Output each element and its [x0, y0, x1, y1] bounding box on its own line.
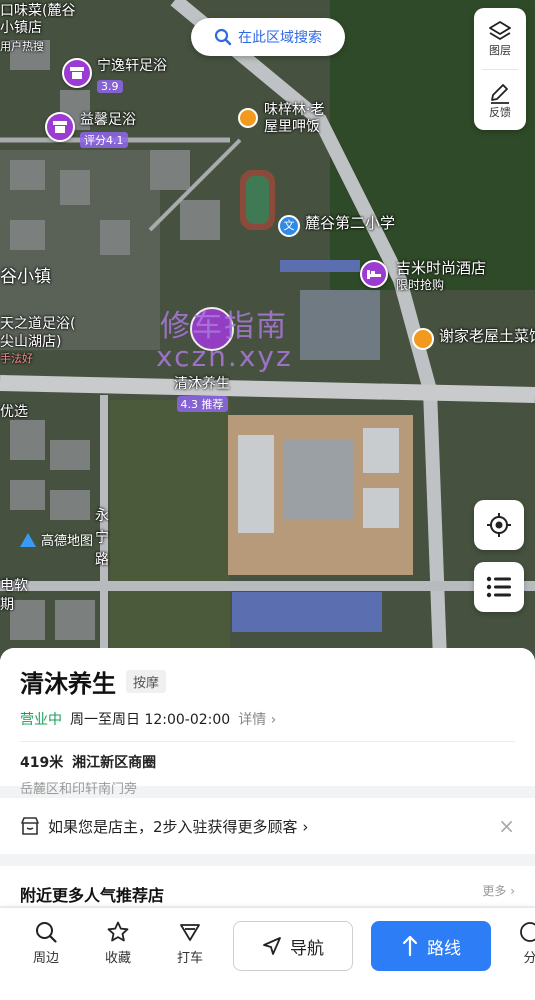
map-label: 用户热搜: [0, 40, 44, 53]
shop-icon: [62, 58, 92, 88]
nearby-recommend-section[interactable]: 附近更多人气推荐店 更多 ›: [0, 866, 535, 906]
poi-rating: 评分4.1: [80, 132, 128, 148]
favorite-label: 收藏: [104, 951, 131, 966]
restaurant-icon: [238, 108, 258, 128]
poi-restaurant-2[interactable]: 谢家老屋土菜馆: [412, 328, 535, 350]
feedback-button[interactable]: 反馈: [474, 70, 526, 131]
favorite-button[interactable]: 收藏: [82, 920, 154, 966]
map-label: 电软: [0, 578, 28, 594]
layers-label: 图层: [489, 43, 511, 57]
map-label[interactable]: 小镇店: [0, 17, 42, 37]
watermark-line1: 修车指南: [160, 309, 288, 344]
map-label: 手法好: [0, 352, 33, 365]
nearby-title: 附近更多人气推荐店: [20, 886, 165, 905]
poi-name: 谢家老屋土菜馆: [439, 327, 535, 345]
amap-logo-icon: [20, 532, 36, 547]
list-button[interactable]: [474, 562, 524, 612]
nearby-button[interactable]: 周边: [10, 920, 82, 966]
hotel-icon: [360, 260, 388, 288]
map-label[interactable]: 优选: [0, 401, 28, 421]
category-tag: 按摩: [126, 670, 167, 693]
edit-pen-icon: [491, 83, 509, 104]
navigation-arrow-icon: [263, 937, 281, 955]
share-button[interactable]: 分: [510, 920, 535, 966]
map-tools: 图层 反馈: [474, 8, 526, 130]
distance: 419米: [20, 755, 64, 771]
navigate-button[interactable]: 导航: [233, 921, 353, 971]
road-label: 永: [95, 508, 109, 524]
poi-name: 屋里呷饭: [264, 119, 320, 135]
poi-spa-2[interactable]: 益馨足浴 评分4.1: [45, 112, 136, 148]
poi-name: 麓谷第二小学: [305, 214, 396, 232]
search-icon: [214, 28, 232, 46]
road-label: 宁: [95, 530, 109, 546]
feedback-label: 反馈: [489, 105, 511, 119]
amap-logo-text: 高德地图: [41, 534, 94, 549]
search-this-area-button[interactable]: 在此区域搜索: [191, 18, 345, 56]
restaurant-icon: [412, 328, 434, 350]
place-title: 清沐养生: [20, 670, 116, 698]
watermark: 修车指南 xczn.xyz: [156, 309, 293, 372]
divider: [20, 741, 515, 742]
amap-logo: 高德地图: [18, 530, 93, 549]
poi-sub: 限时抢购: [396, 278, 445, 292]
store-icon: [21, 817, 39, 835]
search-this-area-label: 在此区域搜索: [238, 30, 322, 46]
list-icon: [486, 576, 511, 598]
layers-icon: [489, 20, 511, 40]
share-icon: [520, 922, 535, 942]
details-link[interactable]: 详情 ›: [238, 709, 276, 729]
district: 湘江新区商圈: [72, 755, 157, 771]
business-hours: 周一至周日 12:00-02:00: [70, 712, 231, 728]
star-icon: [107, 921, 129, 942]
poi-name: 味梓林·老: [264, 102, 325, 118]
owner-claim-banner[interactable]: 如果您是店主，2步入驻获得更多顾客 › ×: [0, 798, 535, 854]
poi-name: 宁逸轩足浴: [97, 58, 167, 74]
place-info-card: 清沐养生 按摩 营业中 周一至周日 12:00-02:00 详情 › 419米 …: [0, 648, 535, 797]
share-label: 分: [523, 951, 535, 966]
taxi-button[interactable]: 打车: [154, 920, 226, 966]
open-status: 营业中: [20, 712, 62, 728]
bottom-action-bar: 周边 收藏 打车 导航 路线 分: [0, 908, 535, 1000]
layers-button[interactable]: 图层: [474, 8, 526, 69]
route-label: 路线: [427, 938, 461, 959]
nearby-more-link[interactable]: 更多 ›: [482, 882, 515, 906]
watermark-line2: xczn.xyz: [156, 340, 293, 373]
route-arrow-icon: [402, 935, 418, 957]
selected-poi-label[interactable]: 清沐养生 4.3 推荐: [174, 376, 230, 412]
search-icon: [36, 922, 57, 943]
map-label[interactable]: 天之道足浴(: [0, 313, 75, 333]
shop-icon: [45, 112, 75, 142]
taxi-icon: [180, 924, 200, 941]
map-label: 谷小镇: [0, 267, 51, 287]
locate-icon: [487, 513, 511, 537]
locate-button[interactable]: [474, 500, 524, 550]
map-label[interactable]: 尖山湖店): [0, 331, 61, 351]
poi-name: 清沐养生: [174, 376, 230, 392]
business-hours-row[interactable]: 营业中 周一至周日 12:00-02:00 详情 ›: [20, 709, 515, 729]
poi-spa-1[interactable]: 宁逸轩足浴 3.9: [62, 58, 167, 94]
route-button[interactable]: 路线: [371, 921, 491, 971]
poi-rating: 4.3 推荐: [176, 396, 228, 412]
close-icon[interactable]: ×: [498, 814, 515, 838]
poi-hotel[interactable]: 吉米时尚酒店 限时抢购: [360, 260, 486, 294]
address: 岳麓区和印轩南门旁: [20, 782, 138, 797]
map-label: 期: [0, 597, 14, 613]
map-view[interactable]: 在此区域搜索 图层 反馈 口味菜(麓谷 小镇店 用户热搜 宁逸轩足浴 3.9 益…: [0, 0, 535, 660]
school-icon: 文: [278, 215, 300, 237]
taxi-label: 打车: [176, 951, 203, 966]
road-label: 路: [95, 552, 109, 568]
poi-restaurant-1[interactable]: 味梓林·老 屋里呷饭: [238, 102, 324, 136]
poi-rating: 3.9: [97, 80, 123, 93]
poi-school[interactable]: 文 麓谷第二小学: [278, 215, 395, 237]
owner-claim-text: 如果您是店主，2步入驻获得更多顾客 ›: [48, 817, 309, 836]
navigate-label: 导航: [290, 938, 324, 959]
poi-name: 吉米时尚酒店: [396, 259, 487, 277]
distance-row: 419米 湘江新区商圈: [20, 752, 515, 772]
poi-name: 益馨足浴: [80, 112, 136, 128]
nearby-label: 周边: [32, 951, 59, 966]
